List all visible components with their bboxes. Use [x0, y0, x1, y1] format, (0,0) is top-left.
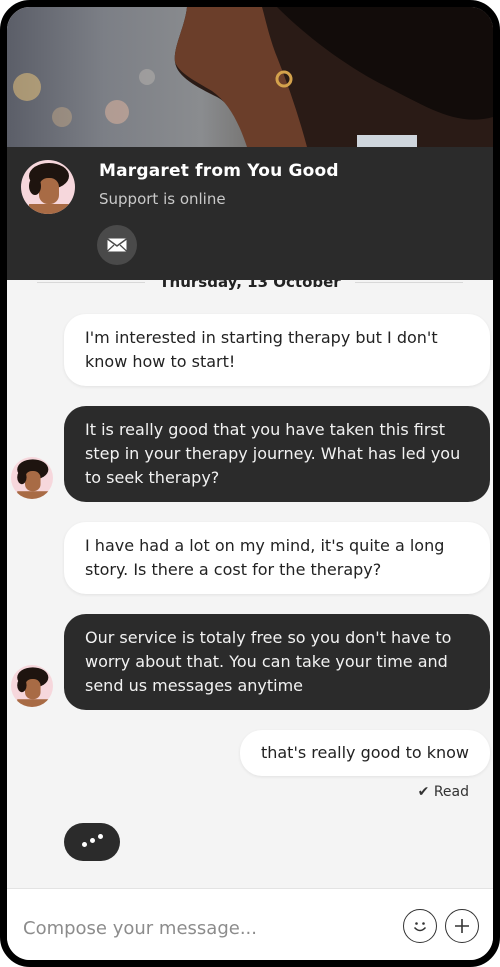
user-message: I'm interested in starting therapy but I… — [64, 314, 490, 386]
add-attachment-button[interactable] — [445, 909, 479, 943]
agent-status: Support is online — [99, 190, 226, 208]
read-receipt: ✔ Read — [418, 784, 469, 800]
user-message: I have had a lot on my mind, it's quite … — [64, 522, 490, 594]
typing-indicator — [64, 823, 120, 861]
date-separator: Thursday, 13 October — [37, 280, 463, 291]
agent-avatar-small — [11, 457, 53, 499]
agent-avatar-small — [11, 665, 53, 707]
chat-header: Margaret from You Good Support is online — [7, 147, 493, 280]
date-label: Thursday, 13 October — [159, 280, 341, 291]
agent-name: Margaret from You Good — [99, 161, 339, 181]
smiley-icon — [413, 922, 427, 932]
emoji-button[interactable] — [403, 909, 437, 943]
agent-avatar — [21, 160, 75, 214]
hero-image — [7, 7, 493, 147]
hero-photo — [13, 7, 493, 147]
envelope-icon — [107, 238, 127, 252]
read-label: Read — [433, 784, 469, 800]
phone-frame: Margaret from You Good Support is online… — [0, 0, 500, 967]
agent-message: It is really good that you have taken th… — [64, 406, 490, 502]
user-message: that's really good to know — [239, 730, 490, 776]
composer-bar — [7, 888, 493, 960]
agent-message: Our service is totaly free so you don't … — [64, 614, 490, 710]
plus-icon — [455, 919, 469, 933]
check-icon: ✔ — [417, 784, 430, 800]
message-list[interactable]: Thursday, 13 October I'm interested in s… — [7, 280, 493, 888]
message-input[interactable] — [21, 909, 385, 947]
email-button[interactable] — [97, 225, 137, 265]
